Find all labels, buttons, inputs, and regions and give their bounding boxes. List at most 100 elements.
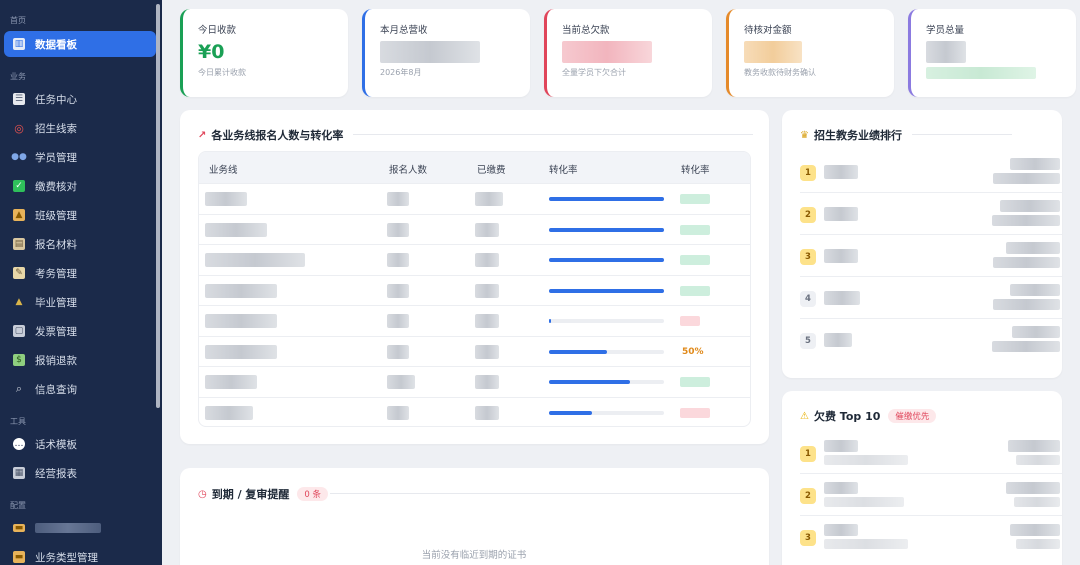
stat-value-redacted (744, 41, 894, 63)
ranking-row[interactable]: 2 (800, 193, 1062, 235)
sidebar-item-payments[interactable]: ✓ 缴费核对 (4, 173, 156, 199)
sidebar-item-label: 信息查询 (35, 383, 77, 396)
sidebar-item-label: 报销退款 (35, 354, 77, 367)
student-name-redacted (824, 440, 858, 452)
table-row[interactable] (199, 213, 750, 245)
count-tag: 0 条 (297, 487, 329, 501)
sidebar-item-label-redacted (35, 523, 101, 533)
sidebar-section-config: 配置 (10, 501, 26, 510)
stat-card-total-students[interactable]: 学员总量 (908, 9, 1076, 97)
column-header-business-line[interactable]: 业务线 (209, 162, 238, 176)
rank-badge: 3 (800, 249, 816, 265)
paid-count-redacted (475, 192, 503, 206)
ranking-row[interactable]: 1 (800, 151, 1062, 193)
table-body: 50% (199, 183, 750, 427)
stat-label: 当前总欠款 (562, 25, 610, 36)
ranking-row[interactable]: 3 (800, 235, 1062, 277)
sidebar-item-exams[interactable]: ✎ 考务管理 (4, 260, 156, 286)
sidebar: 首页 ▥ 数据看板 业务 ☰ 任务中心 ◎ 招生线索 ●● 学员管理 ✓ 缴费核… (0, 0, 162, 565)
column-header-conversion-rate[interactable]: 转化率 (681, 162, 710, 176)
arrears-amount-redacted (1010, 524, 1060, 536)
sidebar-item-leads[interactable]: ◎ 招生线索 (4, 115, 156, 141)
stat-card-today-income[interactable]: 今日收款 ¥0 今日累计收款 (180, 9, 348, 97)
sidebar-item-refunds[interactable]: $ 报销退款 (4, 347, 156, 373)
business-line-redacted (205, 375, 257, 389)
sidebar-item-graduation[interactable]: ▲ 毕业管理 (4, 289, 156, 315)
sidebar-section-business: 业务 (10, 72, 26, 81)
sidebar-item-dashboard[interactable]: ▥ 数据看板 (4, 31, 156, 57)
staff-name-redacted (824, 249, 858, 263)
stat-value: ¥0 (198, 41, 225, 63)
business-line-redacted (205, 405, 253, 420)
warning-icon: ⚠ (800, 410, 809, 422)
paid-count-redacted (475, 344, 499, 359)
sidebar-scrollbar[interactable] (156, 4, 160, 408)
table-row[interactable] (199, 396, 750, 427)
column-header-enrolled[interactable]: 报名人数 (389, 162, 427, 176)
rank-badge: 3 (800, 530, 816, 546)
paid-count-redacted (475, 375, 499, 389)
title-divider (912, 134, 1012, 135)
column-header-paid[interactable]: 已缴费 (477, 162, 506, 176)
student-detail-redacted (824, 539, 908, 549)
business-line-redacted (205, 253, 305, 267)
rank-badge: 1 (800, 446, 816, 462)
conversion-bar-fill (549, 197, 664, 201)
table-row[interactable] (199, 305, 750, 336)
enrolled-count-redacted (387, 253, 409, 267)
paid-count-redacted (475, 405, 499, 420)
stat-label: 本月总营收 (380, 25, 428, 36)
ranking-row[interactable]: 5 (800, 319, 1062, 361)
arrears-row[interactable]: 2 (800, 474, 1062, 516)
sidebar-item-reports[interactable]: ▦ 经营报表 (4, 460, 156, 486)
sidebar-item-config-blurred[interactable]: ▬ (4, 515, 156, 541)
business-line-redacted (205, 283, 277, 298)
stat-card-pending-verification[interactable]: 待核对金额 教务收款待财务确认 (726, 9, 894, 97)
ranking-row[interactable]: 4 (800, 277, 1062, 319)
arrears-row[interactable]: 1 (800, 432, 1062, 474)
stat-card-total-arrears[interactable]: 当前总欠款 全量学员下欠合计 (544, 9, 712, 97)
sidebar-item-scripts[interactable]: … 话术模板 (4, 431, 156, 457)
sidebar-item-invoices[interactable]: ▢ 发票管理 (4, 318, 156, 344)
enrollment-panel-title: ↗ 各业务线报名人数与转化率 (198, 127, 343, 143)
column-header-conversion-bar[interactable]: 转化率 (549, 162, 578, 176)
conversion-bar-fill (549, 288, 664, 293)
stat-subtitle: 2026年8月 (380, 68, 422, 77)
conversion-rate-redacted (680, 407, 710, 418)
stat-label: 今日收款 (198, 25, 237, 36)
table-row[interactable]: 50% (199, 335, 750, 367)
conversion-rate-redacted (680, 224, 710, 235)
table-row[interactable] (199, 366, 750, 397)
enrolled-count-redacted (387, 375, 415, 389)
folder-icon: ▬ (13, 551, 25, 563)
sidebar-item-label: 发票管理 (35, 325, 77, 338)
student-detail-redacted (824, 497, 904, 507)
sidebar-item-search[interactable]: ⌕ 信息查询 (4, 376, 156, 402)
sidebar-section-home: 首页 (10, 16, 26, 25)
arrears-sub-redacted (1016, 539, 1060, 549)
conversion-bar (549, 349, 664, 354)
enrolled-count-redacted (387, 314, 409, 328)
users-icon: ●● (11, 152, 27, 162)
sidebar-item-label: 报名材料 (35, 238, 77, 251)
table-row[interactable] (199, 274, 750, 306)
paid-count-redacted (475, 222, 499, 237)
sidebar-item-business-types[interactable]: ▬ 业务类型管理 (4, 544, 156, 565)
conversion-bar (549, 319, 664, 323)
conversion-bar (549, 227, 664, 232)
business-line-redacted (205, 314, 277, 328)
conversion-rate-redacted (680, 194, 710, 204)
sidebar-item-students[interactable]: ●● 学员管理 (4, 144, 156, 170)
stat-card-monthly-revenue[interactable]: 本月总营收 2026年8月 (362, 9, 530, 97)
task-icon: ☰ (13, 93, 25, 105)
sidebar-item-label: 班级管理 (35, 209, 77, 222)
table-row[interactable] (199, 244, 750, 275)
sidebar-item-tasks[interactable]: ☰ 任务中心 (4, 86, 156, 112)
chart-up-icon: ↗ (198, 129, 207, 141)
sidebar-item-classes[interactable]: ▲ 班级管理 (4, 202, 156, 228)
sidebar-item-materials[interactable]: ▤ 报名材料 (4, 231, 156, 257)
ranking-panel-title: ♛ 招生教务业绩排行 (800, 127, 902, 143)
table-row[interactable] (199, 183, 750, 214)
arrears-row[interactable]: 3 (800, 516, 1062, 558)
conversion-bar (549, 410, 664, 415)
